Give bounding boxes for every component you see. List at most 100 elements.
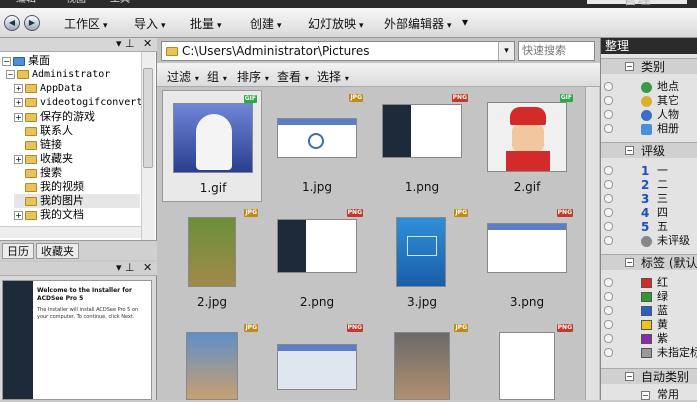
folder-icon — [25, 97, 37, 107]
tree-hscrollbar[interactable] — [0, 226, 141, 238]
checkbox[interactable] — [604, 222, 613, 231]
menu-tools[interactable]: 工具 — [110, 0, 130, 5]
address-dropdown-button[interactable]: ▾ — [498, 42, 514, 60]
tree-item-my-pictures[interactable]: 我的图片 — [14, 194, 140, 208]
menu-edit[interactable]: 编辑 — [16, 0, 36, 5]
window-titlebar — [278, 119, 356, 125]
folder-icon — [25, 112, 37, 122]
collapse-icon[interactable]: − — [625, 146, 634, 155]
address-path: C:\Users\Administrator\Pictures — [182, 44, 370, 58]
gray-swatch-icon — [641, 348, 652, 358]
content-scrollbar[interactable] — [585, 87, 599, 400]
pin-icon[interactable]: ▾ ⊥ — [116, 261, 135, 274]
sort-menu[interactable]: 排序 ▾ — [237, 68, 269, 85]
tree-item-my-videos[interactable]: 我的视频 — [14, 180, 84, 194]
auto-category-section-header[interactable]: − 自动类别 — [601, 368, 697, 384]
chevron-down-icon: ▾ — [222, 74, 227, 83]
file-tile-1-gif[interactable]: GIF 1.gif — [162, 90, 262, 202]
file-tile-2-png[interactable]: PNG 2.png — [267, 205, 367, 317]
tree-item-contacts[interactable]: 联系人 — [14, 124, 73, 138]
checkbox[interactable] — [604, 194, 613, 203]
checkbox[interactable] — [604, 180, 613, 189]
batch-menu[interactable]: 批量 ▾ — [190, 15, 222, 32]
window-titlebar — [278, 345, 356, 351]
file-name: 3.png — [509, 295, 545, 309]
tree-scrollbar-thumb[interactable] — [143, 68, 153, 168]
file-tile-2-gif[interactable]: GIF 2.gif — [477, 90, 577, 202]
checkbox[interactable] — [604, 82, 613, 91]
tree-item-administrator[interactable]: − Administrator — [6, 68, 110, 82]
file-tile-5-jpg[interactable]: JPG — [372, 320, 472, 400]
file-tile-4-jpg[interactable]: JPG — [162, 320, 262, 400]
pin-icon[interactable]: ▾ ⊥ — [116, 37, 135, 50]
checkbox[interactable] — [604, 348, 613, 357]
collapse-icon[interactable]: − — [625, 372, 634, 381]
checkbox[interactable] — [604, 96, 613, 105]
folders-pane-header: ▾ ⊥ ✕ — [0, 37, 157, 52]
folder-icon — [25, 83, 37, 93]
file-tile-3-jpg[interactable]: JPG 3.jpg — [372, 205, 472, 317]
file-tile-5-png[interactable]: PNG — [477, 320, 577, 400]
tree-item-search[interactable]: 搜索 — [14, 166, 62, 180]
close-icon[interactable]: ✕ — [143, 37, 152, 50]
file-tile-2-jpg[interactable]: JPG 2.jpg — [162, 205, 262, 317]
select-menu[interactable]: 选择 ▾ — [317, 68, 349, 85]
tree-item-videotogif[interactable]: + videotogifconverte — [14, 96, 148, 110]
file-type-badge: GIF — [243, 95, 257, 103]
tree-item-favorites[interactable]: + 收藏夹 — [14, 152, 73, 166]
group-menu[interactable]: 组 ▾ — [207, 68, 227, 85]
checkbox[interactable] — [604, 278, 613, 287]
menu-view[interactable]: 视图 — [66, 0, 86, 5]
tab-calendar[interactable]: 日历 — [2, 243, 34, 259]
folder-icon — [25, 126, 37, 136]
import-menu[interactable]: 导入 ▾ — [134, 15, 166, 32]
folder-icon — [25, 210, 37, 220]
folder-icon — [25, 182, 37, 192]
create-menu[interactable]: 创建 ▾ — [250, 15, 282, 32]
file-tile-4-png[interactable]: PNG — [267, 320, 367, 400]
workspace-menu[interactable]: 工作区 ▾ — [64, 15, 108, 32]
back-icon[interactable]: ◀ — [4, 15, 20, 31]
collapse-icon[interactable]: − — [625, 62, 634, 71]
checkbox[interactable] — [604, 110, 613, 119]
tree-item-links[interactable]: 链接 — [14, 138, 62, 152]
file-tile-3-png[interactable]: PNG 3.png — [477, 205, 577, 317]
tree-item-saved-games[interactable]: + 保存的游戏 — [14, 110, 95, 124]
view-menu[interactable]: 查看 ▾ — [277, 68, 309, 85]
file-name: 1.png — [404, 180, 440, 194]
manage-mode-tab[interactable]: 管理 — [587, 0, 687, 7]
thumbnail — [499, 332, 555, 400]
tree-item-desktop[interactable]: − 桌面 — [2, 54, 50, 68]
address-bar[interactable]: C:\Users\Administrator\Pictures ▾ — [161, 41, 515, 61]
tree-item-my-documents[interactable]: + 我的文档 — [14, 208, 84, 222]
checkbox[interactable] — [604, 320, 613, 329]
tree-item-appdata[interactable]: + AppData — [14, 82, 82, 96]
file-tile-1-png[interactable]: PNG 1.png — [372, 90, 472, 202]
checkbox[interactable] — [604, 306, 613, 315]
labels-section-header[interactable]: − 标签 (默认) — [601, 254, 697, 270]
filter-menu[interactable]: 过滤 ▾ — [167, 68, 199, 85]
collapse-icon[interactable]: − — [641, 391, 650, 400]
collapse-icon[interactable]: − — [625, 258, 634, 267]
checkbox[interactable] — [604, 208, 613, 217]
external-editor-menu[interactable]: 外部编辑器 ▾ — [384, 15, 452, 32]
toolbar-more-button[interactable]: ▾ — [462, 15, 468, 29]
chevron-down-icon: ▾ — [344, 74, 349, 83]
installer-banner — [383, 105, 411, 157]
checkbox[interactable] — [604, 124, 613, 133]
checkbox[interactable] — [604, 236, 613, 245]
checkbox[interactable] — [604, 166, 613, 175]
checkbox[interactable] — [604, 334, 613, 343]
slideshow-menu[interactable]: 幻灯放映 ▾ — [308, 15, 364, 32]
checkbox[interactable] — [604, 292, 613, 301]
tab-favorites[interactable]: 收藏夹 — [36, 243, 79, 259]
category-section-header[interactable]: − 类别 — [601, 58, 697, 74]
preview-image: Welcome to the Installer for ACDSee Pro … — [2, 280, 152, 400]
close-icon[interactable]: ✕ — [143, 261, 152, 274]
file-name: 1.gif — [199, 181, 227, 195]
forward-icon[interactable]: ▶ — [24, 15, 40, 31]
quick-search-input[interactable]: 快速搜索 — [518, 41, 595, 61]
rating-section-header[interactable]: − 评级 — [601, 142, 697, 158]
file-tile-1-jpg[interactable]: JPG 1.jpg — [267, 90, 367, 202]
chevron-down-icon: ▾ — [359, 21, 364, 31]
